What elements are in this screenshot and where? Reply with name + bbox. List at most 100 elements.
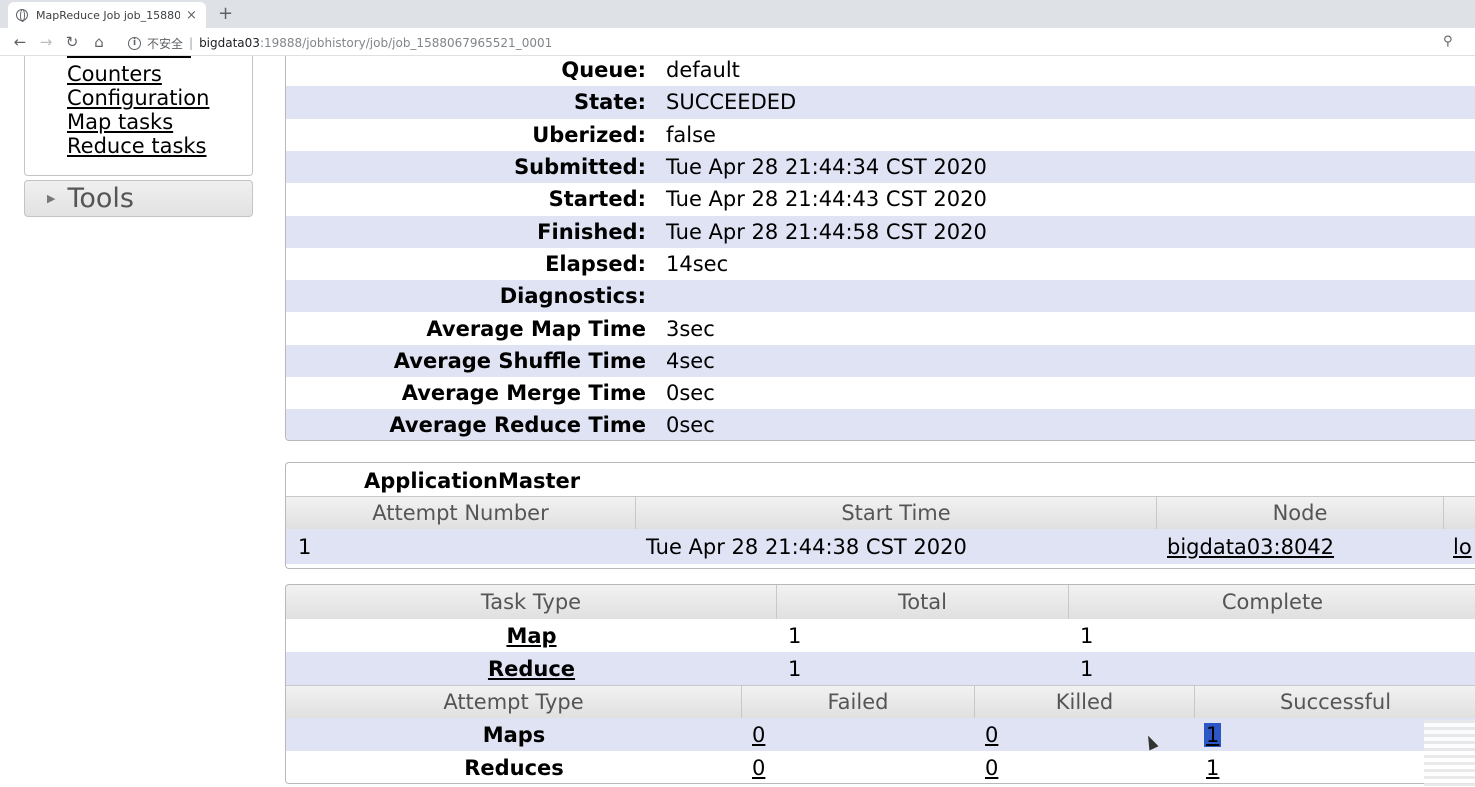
- task-type-cell: Reduce: [286, 652, 777, 685]
- application-master-table: ApplicationMaster Attempt Number Start T…: [285, 462, 1475, 569]
- failed-reduces-link[interactable]: 0: [752, 756, 765, 780]
- info-row: Elapsed: 14sec: [286, 248, 1475, 280]
- info-value: 14sec: [666, 251, 729, 276]
- start-time: Tue Apr 28 21:44:38 CST 2020: [646, 534, 967, 559]
- info-value: false: [666, 122, 716, 147]
- column-header[interactable]: Killed: [975, 685, 1195, 718]
- info-row: Finished: Tue Apr 28 21:44:58 CST 2020: [286, 215, 1475, 248]
- killed-maps-link[interactable]: 0: [985, 723, 998, 747]
- successful-cell: 1: [1206, 751, 1219, 783]
- url-host: bigdata03: [199, 36, 260, 50]
- back-arrow-icon[interactable]: ←: [11, 32, 29, 52]
- job-nav-panel: Counters Configuration Map tasks Reduce …: [24, 56, 253, 176]
- new-tab-icon[interactable]: +: [218, 3, 233, 24]
- info-value: default: [666, 58, 740, 83]
- expand-arrow-icon: ▶: [47, 192, 56, 205]
- info-key: Diagnostics:: [499, 284, 646, 309]
- column-header[interactable]: Successful: [1195, 685, 1475, 718]
- attempt-number: 1: [298, 534, 312, 559]
- info-row: Submitted: Tue Apr 28 21:44:34 CST 2020: [286, 150, 1475, 184]
- table-title: ApplicationMaster: [364, 469, 581, 493]
- info-row: Started: Tue Apr 28 21:44:43 CST 2020: [286, 183, 1475, 215]
- close-icon[interactable]: ×: [186, 8, 197, 23]
- info-value: Tue Apr 28 21:44:34 CST 2020: [666, 155, 987, 180]
- tools-section-toggle[interactable]: ▶ Tools: [24, 180, 253, 217]
- node-link[interactable]: bigdata03:8042: [1167, 535, 1334, 559]
- info-row: Average Map Time 3sec: [286, 312, 1475, 344]
- info-value: 3sec: [666, 316, 715, 341]
- task-complete: 1: [1080, 623, 1094, 648]
- info-key: Average Map Time: [426, 316, 646, 341]
- info-key: State:: [573, 90, 646, 115]
- node-link-cell: bigdata03:8042: [1167, 529, 1334, 564]
- address-bar[interactable]: i 不安全 | bigdata03:19888/jobhistory/job/j…: [118, 33, 552, 53]
- failed-cell: 0: [752, 751, 765, 783]
- column-header[interactable]: Failed: [742, 685, 975, 718]
- info-row: Average Merge Time 0sec: [286, 377, 1475, 409]
- column-header[interactable]: Task Type: [286, 585, 777, 619]
- tools-label: Tools: [67, 183, 134, 214]
- scroll-overlay: [1424, 720, 1475, 787]
- globe-icon: [16, 9, 28, 22]
- task-type-link-reduce[interactable]: Reduce: [488, 657, 575, 681]
- column-header[interactable]: Attempt Number: [286, 496, 636, 529]
- info-key: Started:: [548, 187, 646, 212]
- forward-arrow-icon[interactable]: →: [37, 32, 55, 52]
- home-icon[interactable]: ⌂: [90, 32, 108, 52]
- info-key: Elapsed:: [545, 251, 646, 276]
- reload-icon[interactable]: ↻: [63, 32, 81, 52]
- column-header[interactable]: Start Time: [636, 496, 1157, 529]
- successful-cell: 1: [1204, 718, 1222, 751]
- info-value: Tue Apr 28 21:44:43 CST 2020: [666, 187, 987, 212]
- url-path: :19888/jobhistory/job/job_1588067965521_…: [259, 36, 553, 50]
- logs-link-cell: lo: [1453, 529, 1472, 564]
- column-header[interactable]: Complete: [1069, 585, 1475, 619]
- info-key: Submitted:: [514, 155, 646, 180]
- info-key: Uberized:: [532, 122, 646, 147]
- cut-off-link-underline: [67, 56, 191, 58]
- killed-cell: 0: [985, 751, 998, 783]
- info-row: Average Reduce Time 0sec: [286, 409, 1475, 440]
- info-row: Diagnostics:: [286, 280, 1475, 313]
- info-value: Tue Apr 28 21:44:58 CST 2020: [666, 219, 987, 244]
- task-complete: 1: [1080, 656, 1094, 681]
- task-type-link-map[interactable]: Map: [506, 624, 556, 648]
- column-header[interactable]: Node: [1157, 496, 1444, 529]
- info-row: Queue: default: [286, 56, 1475, 86]
- browser-toolbar: ← → ↻ ⌂ i 不安全 | bigdata03:19888/jobhisto…: [0, 28, 1475, 56]
- killed-reduces-link[interactable]: 0: [985, 756, 998, 780]
- info-key: Finished:: [537, 219, 646, 244]
- task-type-cell: Map: [286, 619, 777, 652]
- info-key: Average Shuffle Time: [393, 348, 646, 373]
- nav-link-map-tasks[interactable]: Map tasks: [67, 110, 209, 134]
- zoom-icon[interactable]: ⚲: [1443, 34, 1453, 49]
- column-header[interactable]: Attempt Type: [286, 685, 742, 718]
- info-row: Uberized: false: [286, 119, 1475, 151]
- attempt-type: Reduces: [464, 755, 564, 780]
- successful-reduces-link[interactable]: 1: [1206, 756, 1219, 780]
- killed-cell: 0: [985, 718, 998, 751]
- column-header[interactable]: Total: [777, 585, 1069, 619]
- tab-title: MapReduce Job job_1588067965521_0001: [36, 8, 180, 22]
- browser-tab[interactable]: MapReduce Job job_1588067965521_0001 ×: [8, 2, 206, 28]
- job-nav-links: Counters Configuration Map tasks Reduce …: [67, 62, 209, 158]
- task-total: 1: [788, 656, 802, 681]
- failed-maps-link[interactable]: 0: [752, 723, 765, 747]
- browser-tab-bar: MapReduce Job job_1588067965521_0001 × +: [0, 0, 1475, 28]
- info-value: 4sec: [666, 348, 715, 373]
- info-icon[interactable]: i: [128, 36, 141, 50]
- logs-link[interactable]: lo: [1453, 535, 1472, 559]
- info-value: 0sec: [666, 413, 715, 438]
- info-row: State: SUCCEEDED: [286, 86, 1475, 119]
- successful-maps-link[interactable]: 1: [1204, 722, 1222, 747]
- insecure-label: 不安全: [147, 36, 184, 51]
- info-key: Average Reduce Time: [389, 413, 646, 438]
- address-separator: |: [189, 36, 194, 50]
- info-value: 0sec: [666, 381, 715, 406]
- info-value: SUCCEEDED: [666, 90, 797, 115]
- nav-link-counters[interactable]: Counters: [67, 62, 209, 86]
- nav-link-reduce-tasks[interactable]: Reduce tasks: [67, 134, 209, 158]
- info-key: Queue:: [561, 58, 646, 83]
- nav-link-configuration[interactable]: Configuration: [67, 86, 209, 110]
- attempt-type: Maps: [482, 722, 546, 747]
